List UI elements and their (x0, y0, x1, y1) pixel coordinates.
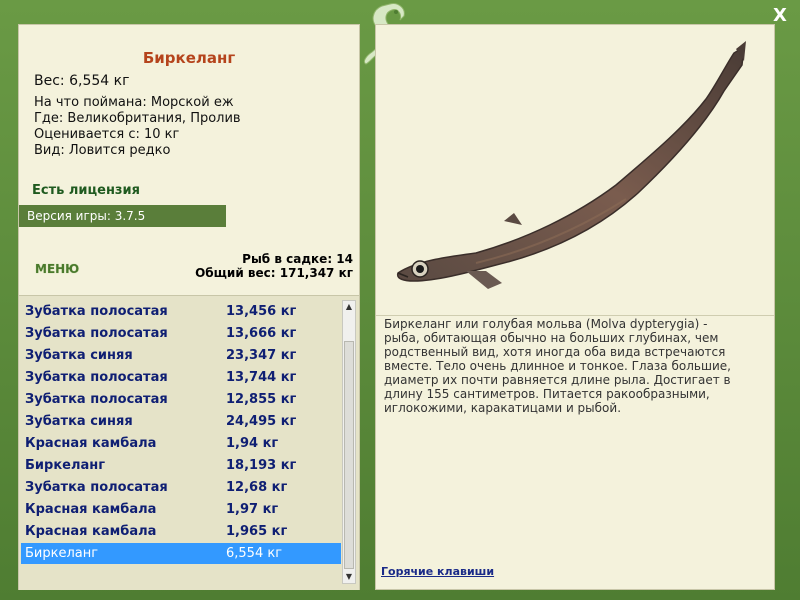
catch-fish-weight: 13,744 кг (226, 370, 297, 385)
bait-line: На что поймана: Морской еж (34, 95, 234, 110)
catch-fish-name: Биркеланг (25, 458, 106, 473)
scroll-thumb[interactable] (344, 341, 354, 569)
catch-list-row[interactable]: Красная камбала 1,965 кг (21, 521, 341, 542)
fish-description-panel: Биркеланг или голубая мольва (Molva dypt… (375, 24, 775, 590)
license-status: Есть лицензия (32, 183, 140, 198)
fish-info-panel: Биркеланг Вес: 6,554 кг На что поймана: … (18, 24, 360, 590)
catch-list-row[interactable]: Зубатка полосатая 13,744 кг (21, 367, 341, 388)
catch-list: Зубатка полосатая 13,456 кг Зубатка полоса… (19, 295, 359, 590)
menu-button[interactable]: МЕНЮ (35, 262, 79, 276)
catch-list-row[interactable]: Зубатка полосатая 12,68 кг (21, 477, 341, 498)
scroll-down-icon[interactable]: ▼ (343, 571, 355, 583)
catch-fish-weight: 13,456 кг (226, 304, 297, 319)
catch-fish-name: Зубатка синяя (25, 414, 133, 429)
scroll-up-icon[interactable]: ▲ (343, 301, 355, 313)
catch-fish-name: Красная камбала (25, 436, 157, 451)
catch-fish-weight: 6,554 кг (226, 546, 283, 561)
keep-stats: Рыб в садке: 14 Общий вес: 171,347 кг (195, 252, 353, 280)
kind-line: Вид: Ловится редко (34, 143, 171, 158)
fish-image (396, 41, 746, 289)
catch-list-row[interactable]: Зубатка синяя 23,347 кг (21, 345, 341, 366)
catch-fish-name: Биркеланг (25, 546, 99, 561)
catch-list-row[interactable]: Красная камбала 1,94 кг (21, 433, 341, 454)
catch-list-row[interactable]: Биркеланг 6,554 кг (21, 543, 341, 564)
catch-fish-name: Зубатка синяя (25, 348, 133, 363)
catch-list-row[interactable]: Зубатка полосатая 13,456 кг (21, 301, 341, 322)
hotkeys-link[interactable]: Горячие клавиши (381, 565, 494, 578)
close-button[interactable]: X (770, 6, 790, 26)
catch-fish-weight: 24,495 кг (226, 414, 297, 429)
catch-list-row[interactable]: Красная камбала 1,97 кг (21, 499, 341, 520)
fish-title: Биркеланг (142, 49, 236, 67)
catch-fish-name: Зубатка полосатая (25, 326, 168, 341)
fish-weight: Вес: 6,554 кг (34, 73, 130, 89)
catch-list-row[interactable]: Зубатка синяя 24,495 кг (21, 411, 341, 432)
version-bar: Версия игры: 3.7.5 (19, 205, 226, 227)
catch-fish-weight: 12,68 кг (226, 480, 288, 495)
catch-fish-name: Зубатка полосатая (25, 370, 168, 385)
catch-list-row[interactable]: Зубатка полосатая 12,855 кг (21, 389, 341, 410)
catch-fish-weight: 23,347 кг (226, 348, 297, 363)
catch-fish-weight: 1,94 кг (226, 436, 279, 451)
rated-line: Оценивается с: 10 кг (34, 127, 180, 142)
catch-fish-name: Зубатка полосатая (25, 392, 168, 407)
scrollbar[interactable]: ▲ ▼ (342, 300, 356, 584)
catch-fish-weight: 1,965 кг (226, 524, 288, 539)
catch-list-row[interactable]: Биркеланг 18,193 кг (21, 455, 341, 476)
divider (376, 315, 774, 316)
fish-details: На что поймана: Морской еж Где: Великобр… (34, 95, 241, 159)
catch-list-row[interactable]: Зубатка полосатая 13,666 кг (21, 323, 341, 344)
keep-total-weight: Общий вес: 171,347 кг (195, 266, 353, 280)
fish-description: Биркеланг или голубая мольва (Molva dypt… (384, 317, 731, 415)
catch-fish-name: Зубатка полосатая (25, 304, 168, 319)
catch-fish-name: Красная камбала (25, 524, 157, 539)
catch-fish-weight: 13,666 кг (226, 326, 297, 341)
catch-fish-name: Зубатка полосатая (25, 480, 168, 495)
catch-fish-weight: 1,97 кг (226, 502, 279, 517)
catch-fish-weight: 18,193 кг (226, 458, 297, 473)
keep-count: Рыб в садке: 14 (242, 252, 353, 266)
catch-fish-weight: 12,855 кг (226, 392, 297, 407)
catch-fish-name: Красная камбала (25, 502, 157, 517)
location-line: Где: Великобритания, Пролив (34, 111, 241, 126)
